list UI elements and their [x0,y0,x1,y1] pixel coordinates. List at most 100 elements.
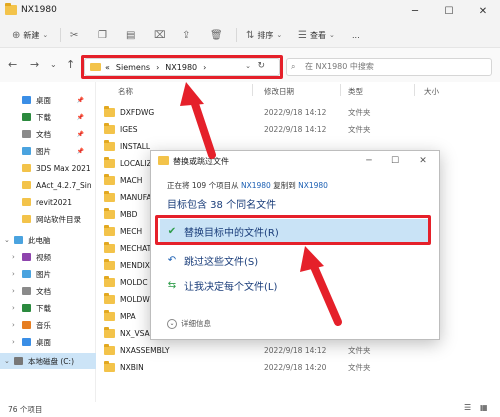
rename-icon: ⌧ [154,29,166,41]
forward-button[interactable]: → [30,58,39,71]
new-label: 新建 [23,30,40,40]
sidebar-item[interactable]: › 音乐 [0,317,96,333]
column-date-header[interactable]: 修改日期 [264,86,294,97]
dialog-minimize-button[interactable]: ─ [357,153,381,169]
sidebar-item[interactable]: 桌面 📌 [0,92,96,108]
address-highlight-box [81,55,283,79]
history-button[interactable]: ⌄ [50,60,57,69]
chevron-down-icon: ⌄ [50,60,57,69]
window-title: NX1980 [21,5,57,15]
folder-icon [104,276,115,287]
sidebar-item-label: 网站软件目录 [36,214,81,224]
sidebar-item[interactable]: 3DS Max 2021 [0,160,96,176]
file-type: 文件夹 [348,108,371,117]
column-type-header[interactable]: 类型 [348,86,363,97]
pictures-icon [22,270,31,278]
close-button[interactable]: ✕ [466,0,500,22]
paste-icon: ▤ [126,29,136,41]
sort-icon: ⇅ [246,29,255,41]
navigation-pane: 桌面 📌 下载 📌 文档 📌 图片 📌 3DS Max 2021 AAct_4.2.7_Sin re… [0,82,96,402]
file-row[interactable]: NXBIN 2022/9/18 14:20 文件夹 [104,359,494,376]
chevron-right-icon[interactable]: › [12,321,15,329]
sidebar-item[interactable]: 网站软件目录 [0,211,96,227]
sidebar-item[interactable]: › 图片 [0,266,96,282]
copy-button[interactable]: ❐ [98,27,107,43]
more-button[interactable]: ... [352,27,360,43]
drive-icon [14,357,23,365]
chevron-right-icon[interactable]: › [12,270,15,278]
search-input[interactable]: ⌕ 在 NX1980 中搜索 [286,58,492,76]
details-view-icon[interactable]: ☰ [464,403,471,412]
dialog-title: 替换或跳过文件 [173,157,229,166]
source-link[interactable]: NX1980 [241,181,271,190]
view-button[interactable]: ☰ 查看 ⌄ [298,27,335,43]
chevron-right-icon[interactable]: › [12,338,15,346]
up-button[interactable]: ↑ [66,58,75,71]
pin-icon: 📌 [76,113,84,121]
sidebar-item[interactable]: revit2021 [0,194,96,210]
sidebar-item-label: 桌面 [36,337,51,347]
option-label: 让我决定每个文件(L) [184,281,278,293]
file-date: 2022/9/18 14:12 [264,346,327,355]
explorer-window: NX1980 ─ ☐ ✕ ⊕ 新建 ⌄ ✂ ❐ ▤ ⌧ ⇪ 🗑 ⇅ 排序 ⌄ ☰… [0,0,500,417]
delete-button[interactable]: 🗑 [210,27,223,43]
rename-button[interactable]: ⌧ [154,27,166,43]
sidebar-item-label: 本地磁盘 (C:) [28,356,74,366]
share-button[interactable]: ⇪ [182,27,190,43]
dest-link[interactable]: NX1980 [298,181,328,190]
command-bar: ⊕ 新建 ⌄ ✂ ❐ ▤ ⌧ ⇪ 🗑 ⇅ 排序 ⌄ ☰ 查看 ⌄ ... [0,22,500,48]
dialog-heading: 目标包含 38 个同名文件 [167,200,277,211]
skip-files-option[interactable]: ↶ 跳过这些文件(S) [160,248,430,272]
sidebar-item[interactable]: 图片 📌 [0,143,96,159]
cut-icon: ✂ [70,29,79,41]
chevron-right-icon[interactable]: › [12,287,15,295]
file-name: NXBIN [120,363,144,372]
sort-button[interactable]: ⇅ 排序 ⌄ [246,27,282,43]
sidebar-item[interactable]: › 视频 [0,249,96,265]
sidebar-item[interactable]: › 文档 [0,283,96,299]
file-row[interactable]: DXFDWG 2022/9/18 14:12 文件夹 [104,104,494,121]
chevron-right-icon[interactable]: › [12,304,15,312]
sidebar-item-label: 桌面 [36,95,51,105]
sidebar-item-label: 下载 [36,303,51,313]
maximize-button[interactable]: ☐ [432,0,466,22]
column-size-header[interactable]: 大小 [424,86,439,97]
sidebar-item[interactable]: › 下载 [0,300,96,316]
file-row[interactable]: NXASSEMBLY 2022/9/18 14:12 文件夹 [104,342,494,359]
sidebar-item[interactable]: AAct_4.2.7_Sin [0,177,96,193]
chevron-right-icon[interactable]: › [12,253,15,261]
decide-each-file-option[interactable]: ⇆ 让我决定每个文件(L) [160,273,430,297]
folder-icon [158,156,169,165]
sidebar-item[interactable]: ⌄ 此电脑 [0,232,96,248]
back-button[interactable]: ← [8,58,17,71]
decide-icon: ⇆ [167,279,177,291]
sidebar-item[interactable]: › 桌面 [0,334,96,350]
videos-icon [22,253,31,261]
dialog-maximize-button[interactable]: ☐ [383,153,407,169]
chevron-down-icon[interactable]: ⌄ [4,236,10,244]
minimize-button[interactable]: ─ [398,0,432,22]
tiles-view-icon[interactable]: ▦ [480,403,488,412]
sidebar-item[interactable]: 文档 📌 [0,126,96,142]
sidebar-item[interactable]: ⌄ 本地磁盘 (C:) [0,353,96,369]
new-button[interactable]: ⊕ 新建 ⌄ [12,27,48,43]
replace-or-skip-dialog: 替换或跳过文件 ─ ☐ ✕ 正在将 109 个项目从 NX1980 复制到 NX… [150,150,440,340]
dialog-close-button[interactable]: ✕ [411,153,435,169]
sidebar-item-label: 图片 [36,146,51,156]
file-row[interactable]: IGES 2022/9/18 14:12 文件夹 [104,121,494,138]
sort-label: 排序 [257,30,274,40]
sidebar-item[interactable]: 下载 📌 [0,109,96,125]
chevron-down-icon: ⌄ [276,31,283,39]
sidebar-item-label: 文档 [36,286,51,296]
paste-button[interactable]: ▤ [126,27,135,43]
cut-button[interactable]: ✂ [70,27,78,43]
option-label: 跳过这些文件(S) [184,256,259,268]
desktop-icon [22,96,31,104]
file-type: 文件夹 [348,125,371,134]
details-toggle[interactable]: ⌄ 详细信息 [167,318,211,329]
column-name-header[interactable]: 名称 [118,86,133,97]
chevron-down-icon[interactable]: ⌄ [4,357,10,365]
arrow-right-icon: → [30,58,40,71]
sidebar-item-label: 图片 [36,269,51,279]
pin-icon: 📌 [76,130,84,138]
